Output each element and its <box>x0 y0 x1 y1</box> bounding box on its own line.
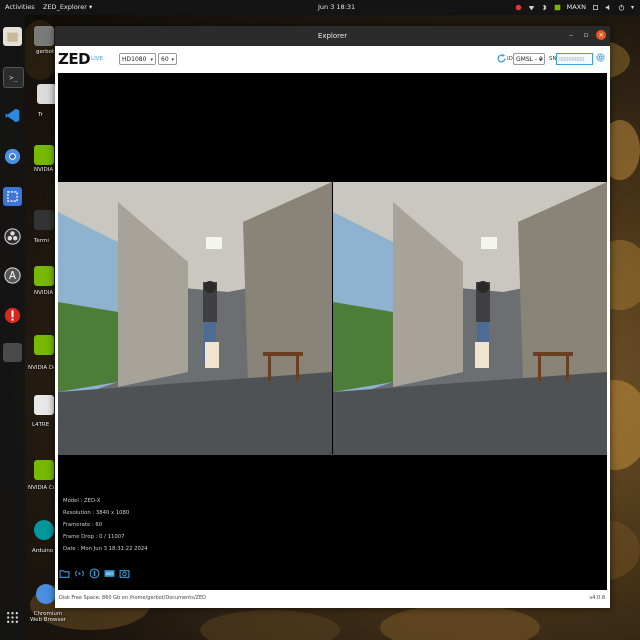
stream-icon[interactable] <box>74 568 85 579</box>
info-resolution: Resolution : 3840 x 1080 <box>63 510 130 516</box>
letter-a-icon: A <box>4 267 21 284</box>
bottom-toolbar: SVO <box>59 568 130 579</box>
status-bar: SVO Disk Free Space: 860 Gb on /home/ger… <box>55 568 610 608</box>
left-camera-frame <box>58 182 332 455</box>
dock: >_ A <box>0 15 25 640</box>
disk-free-space: Disk Free Space: 860 Gb on /home/gerbot/… <box>59 595 206 601</box>
screenshot-icon <box>7 191 18 202</box>
network-icon[interactable] <box>528 4 535 11</box>
dock-software-updater[interactable] <box>3 306 22 325</box>
zed-explorer-window: Explorer – ▫ × ZED LIVE HD1080 ▾ 60 ▾ ID… <box>55 26 610 608</box>
resolution-value: HD1080 <box>122 56 147 63</box>
alert-icon <box>4 307 21 324</box>
explorer-toolbar: ZED LIVE HD1080 ▾ 60 ▾ ID GMSL - 0 ▾ SN … <box>55 46 610 73</box>
svo-icon[interactable]: SVO <box>104 568 115 579</box>
show-apps-button[interactable] <box>3 608 22 627</box>
nvidia-icon[interactable] <box>34 145 54 165</box>
resolution-select[interactable]: HD1080 ▾ <box>119 53 156 65</box>
desktop-icon-label: NVIDIA Commun <box>28 485 54 491</box>
fps-select[interactable]: 60 ▾ <box>158 53 177 65</box>
refresh-icon[interactable] <box>496 53 507 64</box>
power-mode-icon[interactable] <box>554 4 561 11</box>
terminal-icon: >_ <box>9 73 18 82</box>
document-icon[interactable] <box>34 395 54 415</box>
activities-button[interactable]: Activities <box>5 0 35 15</box>
dock-chromium[interactable] <box>3 147 22 166</box>
arduino-icon[interactable] <box>34 520 54 540</box>
dock-terminal[interactable]: >_ <box>3 67 24 88</box>
desktop-icon-label: gerbot <box>36 49 55 55</box>
network-wired-icon[interactable] <box>592 4 599 11</box>
app-menu[interactable]: ZED_Explorer ▾ <box>43 0 92 15</box>
desktop-icon-label: Tr <box>38 112 43 118</box>
system-top-bar: Activities ZED_Explorer ▾ Jun 3 18:31 MA… <box>0 0 640 15</box>
right-camera-frame <box>333 182 607 455</box>
dock-vscode[interactable] <box>3 106 22 125</box>
desktop-icon-label: Termi <box>34 238 49 244</box>
record-icon[interactable] <box>89 568 100 579</box>
chromium-icon[interactable] <box>36 584 56 604</box>
folder-icon[interactable] <box>59 568 70 579</box>
power-icon[interactable] <box>618 4 625 11</box>
apps-grid-icon <box>7 612 18 623</box>
dock-files[interactable] <box>3 27 22 46</box>
nvidia-icon[interactable] <box>34 335 54 355</box>
minimize-button[interactable]: – <box>566 30 576 40</box>
chevron-down-icon: ▾ <box>171 57 174 63</box>
nvidia-tray-icon[interactable] <box>515 4 522 11</box>
live-badge: LIVE <box>91 56 103 62</box>
vscode-icon <box>5 108 20 123</box>
power-mode-label[interactable]: MAXN <box>567 0 586 15</box>
desktop-icon-label: NVIDIA Jetson S Foru <box>34 290 54 296</box>
id-label: ID <box>507 56 513 62</box>
serial-number-value: 00000000 <box>559 57 585 63</box>
window-titlebar[interactable]: Explorer – ▫ × <box>55 26 610 46</box>
chromium-icon <box>4 148 21 165</box>
dock-screenshot[interactable] <box>3 187 22 206</box>
video-view[interactable]: Model : ZED-X Resolution : 3840 x 1080 F… <box>58 73 607 590</box>
files-icon <box>7 32 18 42</box>
fps-value: 60 <box>161 56 169 63</box>
desktop-icon-label: Arduino ID <box>32 548 54 554</box>
info-date: Date : Mon Jun 3 18:31:22 2024 <box>63 546 148 552</box>
svg-text:A: A <box>9 271 16 282</box>
desktop-icon-label: NVIDIA Develo <box>28 365 54 371</box>
desktop-terminal-icon[interactable] <box>34 210 54 230</box>
info-framerate: Framerate : 60 <box>63 522 103 528</box>
info-frame-drop: Frame Drop : 0 / 11007 <box>63 534 125 540</box>
version-label: v4.0.8 <box>589 595 605 601</box>
volume-icon[interactable] <box>605 4 612 11</box>
camera-id-select[interactable]: GMSL - 0 ▾ <box>513 53 545 65</box>
zed-logo: ZED <box>58 50 91 68</box>
desktop-home-icon[interactable] <box>34 26 54 46</box>
desktop-icon-label: L4TRE <box>32 422 50 428</box>
system-tray[interactable]: MAXN ▾ <box>515 0 634 15</box>
nvidia-icon[interactable] <box>34 266 54 286</box>
dock-obs[interactable] <box>3 227 22 246</box>
gear-icon[interactable] <box>595 52 606 63</box>
window-controls: – ▫ × <box>566 30 606 40</box>
nvidia-icon[interactable] <box>34 460 54 480</box>
window-title: Explorer <box>317 32 348 40</box>
dock-active-window[interactable] <box>3 343 22 362</box>
maximize-button[interactable]: ▫ <box>581 30 591 40</box>
camera-snapshot-icon[interactable] <box>119 568 130 579</box>
info-model: Model : ZED-X <box>63 498 101 504</box>
bluetooth-icon[interactable] <box>541 4 548 11</box>
desktop-icon-label: Chromium Web Browser <box>29 611 67 623</box>
close-button[interactable]: × <box>596 30 606 40</box>
desktop-trash-icon[interactable] <box>37 84 57 104</box>
serial-number-field[interactable]: 00000000 <box>556 53 593 65</box>
svg-text:SVO: SVO <box>106 572 114 576</box>
desktop-icon-label: NVIDIA Jetson <box>34 167 54 173</box>
clock[interactable]: Jun 3 18:31 <box>318 0 355 15</box>
chevron-down-icon: ▾ <box>150 57 153 63</box>
dock-arduino-cloud[interactable]: A <box>3 266 22 285</box>
chevron-down-icon[interactable]: ▾ <box>631 0 634 15</box>
chevron-down-icon: ▾ <box>539 57 542 63</box>
obs-icon <box>4 228 21 245</box>
